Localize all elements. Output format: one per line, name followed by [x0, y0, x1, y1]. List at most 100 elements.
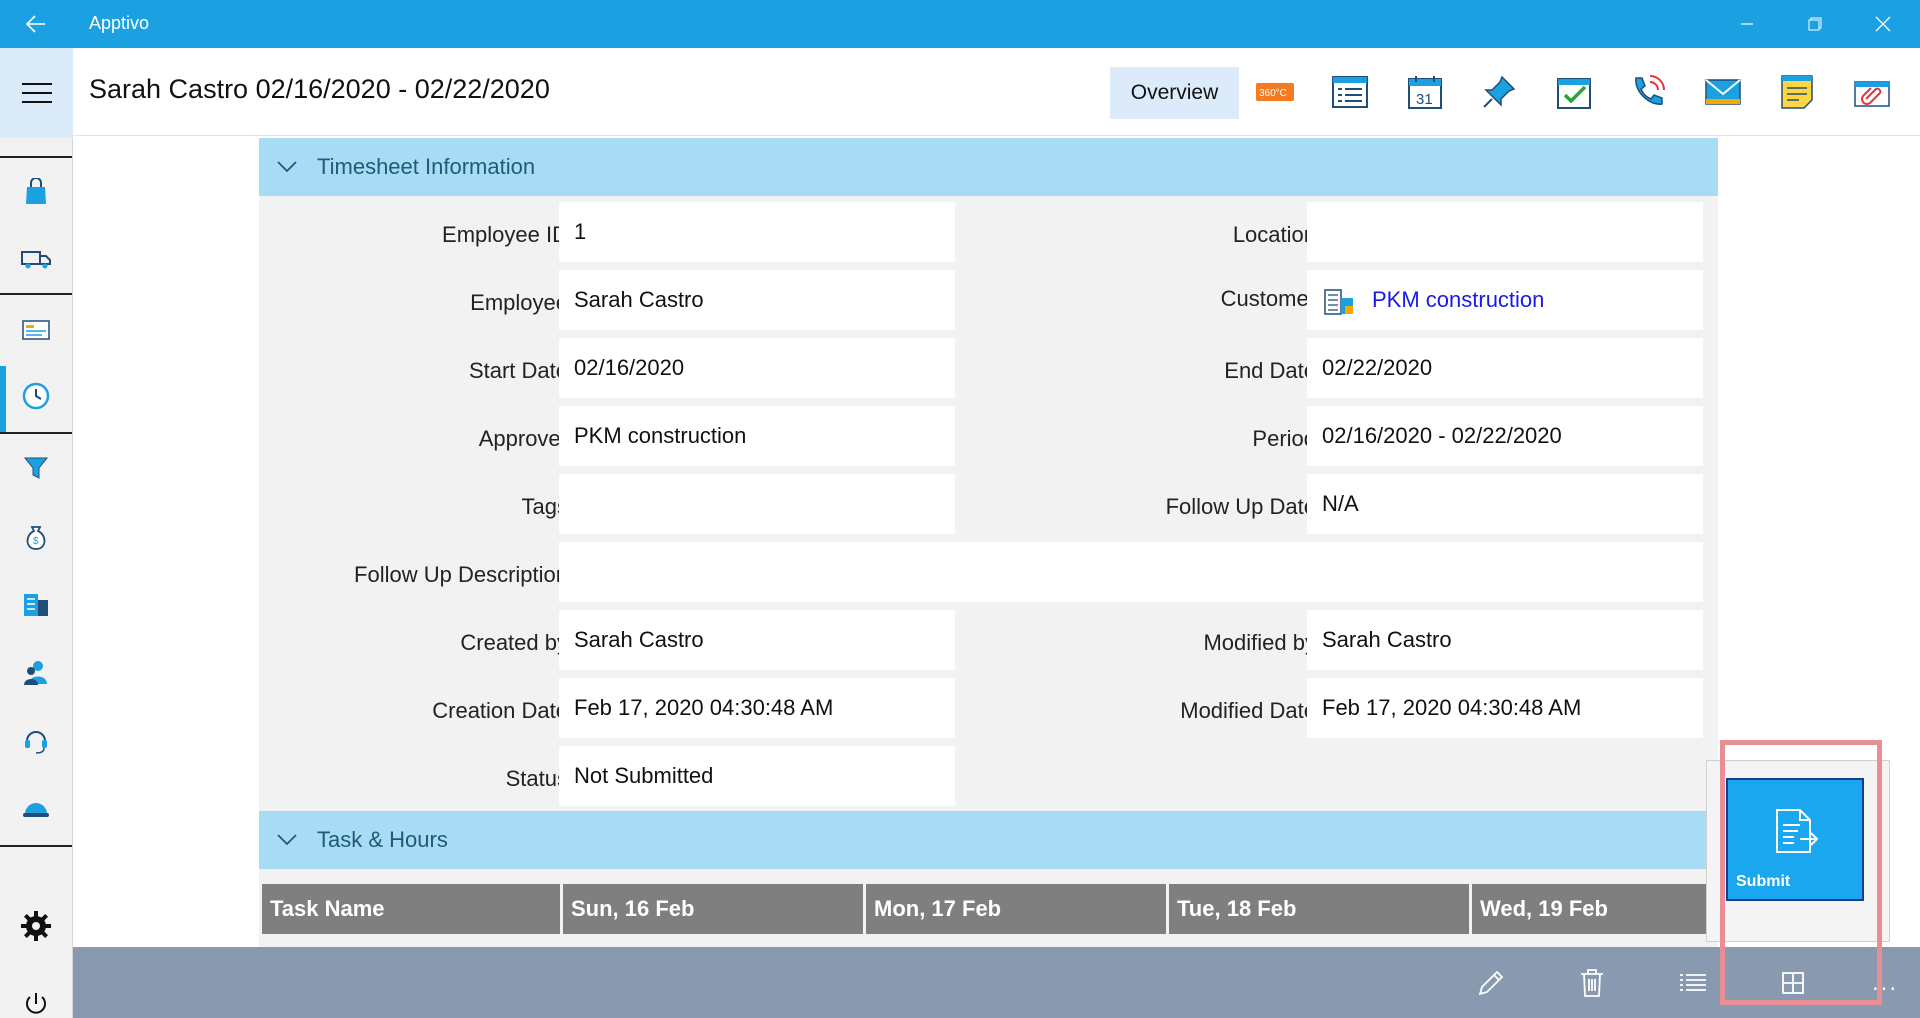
grid-column-header[interactable]: Tue, 18 Feb [1169, 884, 1469, 934]
details-button[interactable] [1326, 68, 1374, 116]
minimize-icon [1741, 23, 1753, 25]
form-list-icon [1332, 76, 1368, 108]
power-icon [26, 993, 46, 1014]
building-icon [24, 594, 48, 616]
tab-overview-label: Overview [1130, 81, 1219, 104]
field-tags [559, 474, 955, 534]
checkbox-task-icon [1557, 78, 1591, 109]
nav-item-projects[interactable] [0, 778, 72, 838]
restore-button[interactable] [1782, 0, 1848, 48]
360-icon-text: 360°C [1259, 88, 1287, 99]
close-icon [1875, 16, 1891, 32]
back-button[interactable] [16, 8, 56, 40]
hard-hat-icon [23, 803, 49, 817]
delete-button[interactable] [1568, 961, 1616, 1005]
people-icon [24, 661, 47, 685]
pencil-icon [1478, 970, 1504, 996]
section-title: Task & Hours [317, 827, 448, 852]
list-icon [1680, 974, 1706, 991]
field-employee: Sarah Castro [559, 270, 955, 330]
hamburger-menu-button[interactable] [0, 48, 73, 138]
nav-item-shopping[interactable] [0, 162, 72, 222]
field-approver: PKM construction [559, 406, 955, 466]
highlight-box [1720, 740, 1882, 1005]
nav-item-timesheets[interactable] [0, 366, 72, 434]
field-start-date: 02/16/2020 [559, 338, 955, 398]
360-view-button[interactable]: 360°C [1251, 68, 1299, 116]
list-view-button[interactable] [1669, 961, 1717, 1005]
calendar-icon: 31 [1408, 76, 1442, 109]
back-arrow-icon [26, 15, 45, 33]
money-bag-icon: $ [26, 526, 46, 550]
pushpin-icon [1483, 75, 1516, 108]
label-approver: Approver [478, 426, 568, 451]
label-follow-up-date: Follow Up Date [1165, 494, 1316, 519]
hamburger-icon [21, 83, 52, 103]
chevron-down-icon [273, 826, 301, 854]
nav-item-customers[interactable] [0, 574, 72, 634]
timesheet-panel: Timesheet Information Employee ID 1 Loca… [259, 138, 1718, 947]
label-customer: Customer [1220, 286, 1316, 311]
gear-icon [21, 911, 51, 941]
email-button[interactable] [1699, 68, 1747, 116]
nav-divider [0, 845, 72, 847]
edit-button[interactable] [1467, 961, 1515, 1005]
field-follow-up-description [559, 542, 1703, 602]
nav-item-power[interactable] [0, 974, 72, 1018]
close-window-button[interactable] [1850, 0, 1916, 48]
field-modified-date: Feb 17, 2020 04:30:48 AM [1307, 678, 1703, 738]
invoice-icon [22, 320, 50, 340]
label-location: Location [1232, 222, 1316, 247]
delivery-truck-icon [21, 251, 51, 269]
field-modified-by: Sarah Castro [1307, 610, 1703, 670]
label-start-date: Start Date [468, 358, 568, 383]
label-created-by: Created by [460, 630, 568, 655]
nav-item-funnel[interactable] [0, 438, 72, 498]
customer-link[interactable]: PKM construction [1372, 287, 1544, 313]
tab-overview[interactable]: Overview [1110, 67, 1239, 119]
section-title: Timesheet Information [317, 154, 536, 179]
page-header: Sarah Castro 02/16/2020 - 02/22/2020 Ove… [73, 48, 1920, 136]
app-title: Apptivo [89, 13, 150, 33]
nav-item-money[interactable]: $ [0, 506, 72, 566]
pin-button[interactable] [1475, 68, 1523, 116]
nav-divider [0, 156, 72, 158]
field-created-by: Sarah Castro [559, 610, 955, 670]
field-end-date: 02/22/2020 [1307, 338, 1703, 398]
paperclip-icon [1854, 81, 1890, 107]
label-end-date: End Date [1224, 358, 1316, 383]
grid-column-header[interactable]: Sun, 16 Feb [563, 884, 863, 934]
restore-icon [1808, 17, 1822, 31]
nav-item-invoice[interactable] [0, 300, 72, 360]
tasks-button[interactable] [1550, 68, 1598, 116]
calendar-button[interactable]: 31 [1401, 68, 1449, 116]
nav-item-contacts[interactable] [0, 642, 72, 702]
title-bar: Apptivo [0, 0, 1920, 48]
nav-divider [0, 432, 72, 434]
field-location [1307, 202, 1703, 262]
minimize-button[interactable] [1714, 0, 1780, 48]
headset-icon [25, 731, 47, 754]
grid-column-header[interactable]: Mon, 17 Feb [866, 884, 1166, 934]
grid-column-header[interactable]: Task Name [262, 884, 560, 934]
nav-item-support[interactable] [0, 710, 72, 770]
notes-button[interactable] [1773, 68, 1821, 116]
grid-column-header[interactable]: Wed, 19 Feb [1472, 884, 1718, 934]
attachments-button[interactable] [1848, 68, 1896, 116]
main-content: Timesheet Information Employee ID 1 Loca… [73, 136, 1920, 947]
field-creation-date: Feb 17, 2020 04:30:48 AM [559, 678, 955, 738]
field-status: Not Submitted [559, 746, 955, 806]
field-period: 02/16/2020 - 02/22/2020 [1307, 406, 1703, 466]
phone-icon [1635, 75, 1665, 105]
nav-item-delivery[interactable] [0, 228, 72, 288]
calls-button[interactable] [1624, 68, 1672, 116]
section-header-task-hours[interactable]: Task & Hours [259, 811, 1718, 869]
page-title: Sarah Castro 02/16/2020 - 02/22/2020 [89, 74, 550, 104]
note-icon [1781, 75, 1813, 109]
nav-divider [0, 293, 72, 295]
field-employee-id: 1 [559, 202, 955, 262]
label-modified-by: Modified by [1203, 630, 1316, 655]
section-header-timesheet-information[interactable]: Timesheet Information [259, 138, 1718, 196]
label-follow-up-description: Follow Up Description [354, 562, 568, 587]
nav-item-settings[interactable] [0, 896, 72, 956]
